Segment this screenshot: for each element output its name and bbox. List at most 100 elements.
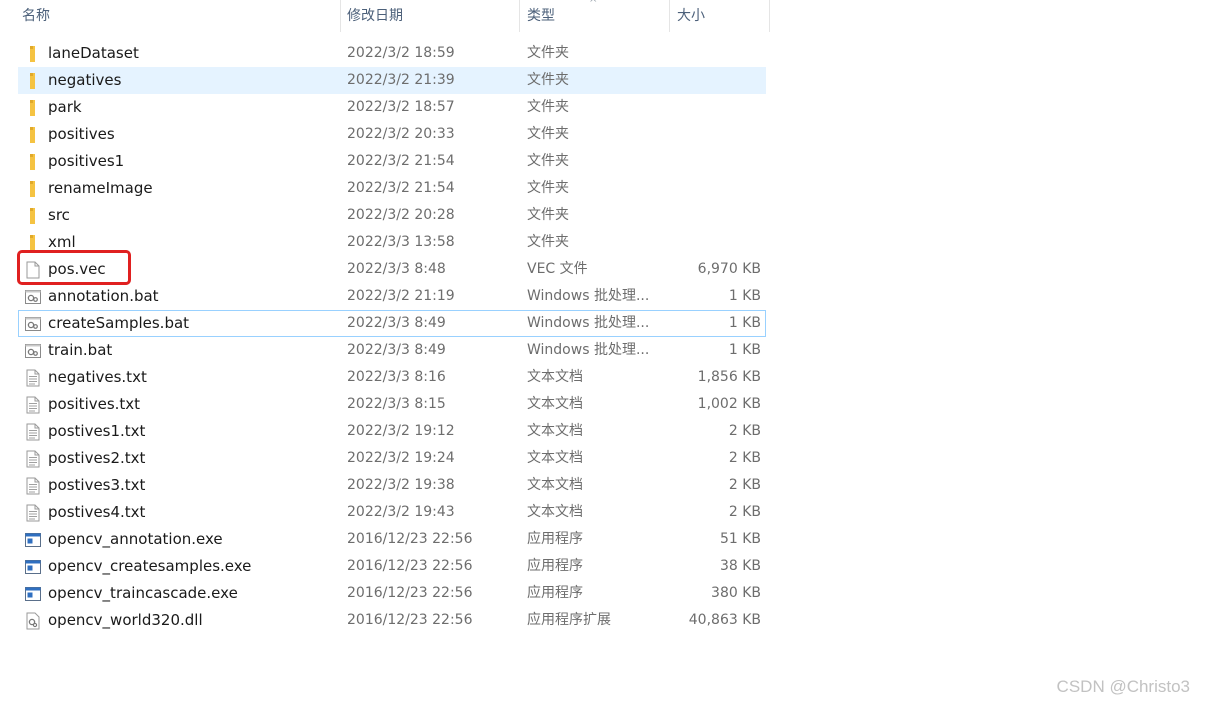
file-type: 文本文档 bbox=[527, 369, 583, 385]
file-row[interactable]: createSamples.bat 2022/3/3 8:49 Windows 批处… bbox=[18, 310, 766, 337]
file-modified-date: 2022/3/2 20:33 bbox=[347, 126, 455, 142]
file-modified-date: 2022/3/2 21:19 bbox=[347, 288, 455, 304]
column-size-header[interactable]: 大小 bbox=[673, 0, 770, 32]
file-modified-date: 2022/3/2 21:54 bbox=[347, 153, 455, 169]
file-row[interactable]: postives1.txt 2022/3/2 19:12 文本文档 2 KB bbox=[18, 418, 766, 445]
file-row[interactable]: positives.txt 2022/3/3 8:15 文本文档 1,002 KB bbox=[18, 391, 766, 418]
file-type: 文件夹 bbox=[527, 45, 569, 61]
file-name: positives1 bbox=[48, 152, 125, 170]
file-row[interactable]: renameImage 2022/3/2 21:54 文件夹 bbox=[18, 175, 766, 202]
folder-icon bbox=[24, 72, 42, 90]
file-type: 应用程序 bbox=[527, 585, 583, 601]
file-modified-date: 2022/3/2 19:43 bbox=[347, 504, 455, 520]
text-file-icon bbox=[24, 450, 42, 468]
file-size: 1 KB bbox=[728, 288, 761, 304]
file-row[interactable]: src 2022/3/2 20:28 文件夹 bbox=[18, 202, 766, 229]
file-size: 2 KB bbox=[728, 423, 761, 439]
file-modified-date: 2016/12/23 22:56 bbox=[347, 531, 473, 547]
file-row[interactable]: park 2022/3/2 18:57 文件夹 bbox=[18, 94, 766, 121]
batch-file-icon bbox=[24, 288, 42, 306]
file-size: 1,856 KB bbox=[697, 369, 761, 385]
file-row[interactable]: opencv_createsamples.exe 2016/12/23 22:56… bbox=[18, 553, 766, 580]
file-row[interactable]: postives4.txt 2022/3/2 19:43 文本文档 2 KB bbox=[18, 499, 766, 526]
column-divider[interactable] bbox=[769, 0, 770, 32]
file-name: laneDataset bbox=[48, 44, 139, 62]
file-size bbox=[669, 68, 761, 93]
file-row[interactable]: opencv_traincascade.exe 2016/12/23 22:56 应… bbox=[18, 580, 766, 607]
file-modified-date: 2016/12/23 22:56 bbox=[347, 558, 473, 574]
folder-icon bbox=[24, 45, 42, 63]
column-name-header[interactable]: 名称 bbox=[18, 0, 340, 32]
file-type: 文本文档 bbox=[527, 423, 583, 439]
file-row[interactable]: negatives 2022/3/2 21:39 文件夹 bbox=[18, 67, 766, 94]
text-file-icon bbox=[24, 423, 42, 441]
file-type: 文件夹 bbox=[527, 207, 569, 223]
annotation-highlight-box bbox=[17, 250, 131, 285]
executable-icon bbox=[24, 531, 42, 549]
file-modified-date: 2022/3/3 8:49 bbox=[347, 315, 446, 331]
batch-file-icon bbox=[24, 315, 42, 333]
file-name: createSamples.bat bbox=[48, 314, 190, 332]
column-date-header[interactable]: 修改日期 bbox=[343, 0, 520, 32]
text-file-icon bbox=[24, 369, 42, 387]
folder-icon bbox=[24, 207, 42, 225]
column-divider[interactable] bbox=[340, 0, 341, 32]
file-name: positives.txt bbox=[48, 395, 141, 413]
folder-icon bbox=[24, 99, 42, 117]
column-header: 名称 修改日期 类型 ^ 大小 bbox=[0, 0, 770, 32]
file-type: Windows 批处理... bbox=[527, 288, 650, 304]
file-type: 文本文档 bbox=[527, 450, 583, 466]
file-name: opencv_world320.dll bbox=[48, 611, 203, 629]
file-size: 1 KB bbox=[728, 315, 761, 331]
file-row[interactable]: positives1 2022/3/2 21:54 文件夹 bbox=[18, 148, 766, 175]
file-row[interactable]: negatives.txt 2022/3/3 8:16 文本文档 1,856 KB bbox=[18, 364, 766, 391]
file-type: 文本文档 bbox=[527, 396, 583, 412]
file-size: 40,863 KB bbox=[688, 612, 761, 628]
column-divider[interactable] bbox=[669, 0, 670, 32]
file-name: postives1.txt bbox=[48, 422, 146, 440]
file-size: 51 KB bbox=[719, 531, 761, 547]
file-modified-date: 2022/3/3 13:58 bbox=[347, 234, 455, 250]
file-name: train.bat bbox=[48, 341, 113, 359]
file-type: 文件夹 bbox=[527, 99, 569, 115]
column-divider[interactable] bbox=[519, 0, 520, 32]
file-type: 应用程序扩展 bbox=[527, 612, 611, 628]
text-file-icon bbox=[24, 477, 42, 495]
file-size bbox=[669, 95, 761, 120]
file-modified-date: 2022/3/3 8:16 bbox=[347, 369, 446, 385]
file-name: park bbox=[48, 98, 82, 116]
file-type: 文本文档 bbox=[527, 477, 583, 493]
file-size: 2 KB bbox=[728, 504, 761, 520]
file-size: 2 KB bbox=[728, 477, 761, 493]
file-size: 380 KB bbox=[711, 585, 761, 601]
dll-file-icon bbox=[24, 612, 42, 630]
watermark: CSDN @Christo3 bbox=[1056, 677, 1190, 696]
text-file-icon bbox=[24, 504, 42, 522]
file-type: Windows 批处理... bbox=[527, 315, 650, 331]
file-row[interactable]: train.bat 2022/3/3 8:49 Windows 批处理... 1 KB bbox=[18, 337, 766, 364]
file-modified-date: 2022/3/2 21:54 bbox=[347, 180, 455, 196]
file-name: src bbox=[48, 206, 70, 224]
file-type: 文件夹 bbox=[527, 180, 569, 196]
file-row[interactable]: annotation.bat 2022/3/2 21:19 Windows 批处理.… bbox=[18, 283, 766, 310]
file-row[interactable]: opencv_annotation.exe 2016/12/23 22:56 应用程… bbox=[18, 526, 766, 553]
file-modified-date: 2022/3/3 8:48 bbox=[347, 261, 446, 277]
file-row[interactable]: opencv_world320.dll 2016/12/23 22:56 应用程序扩… bbox=[18, 607, 766, 634]
file-row[interactable]: positives 2022/3/2 20:33 文件夹 bbox=[18, 121, 766, 148]
file-modified-date: 2016/12/23 22:56 bbox=[347, 585, 473, 601]
executable-icon bbox=[24, 585, 42, 603]
file-row[interactable]: laneDataset 2022/3/2 18:59 文件夹 bbox=[18, 40, 766, 67]
file-size: 38 KB bbox=[719, 558, 761, 574]
file-size bbox=[669, 203, 761, 228]
file-size bbox=[669, 41, 761, 66]
file-name: postives2.txt bbox=[48, 449, 146, 467]
file-name: renameImage bbox=[48, 179, 153, 197]
file-size: 6,970 KB bbox=[697, 261, 761, 277]
file-row[interactable]: postives2.txt 2022/3/2 19:24 文本文档 2 KB bbox=[18, 445, 766, 472]
file-modified-date: 2016/12/23 22:56 bbox=[347, 612, 473, 628]
file-type: 文件夹 bbox=[527, 72, 569, 88]
file-row[interactable]: postives3.txt 2022/3/2 19:38 文本文档 2 KB bbox=[18, 472, 766, 499]
text-file-icon bbox=[24, 396, 42, 414]
executable-icon bbox=[24, 558, 42, 576]
batch-file-icon bbox=[24, 342, 42, 360]
